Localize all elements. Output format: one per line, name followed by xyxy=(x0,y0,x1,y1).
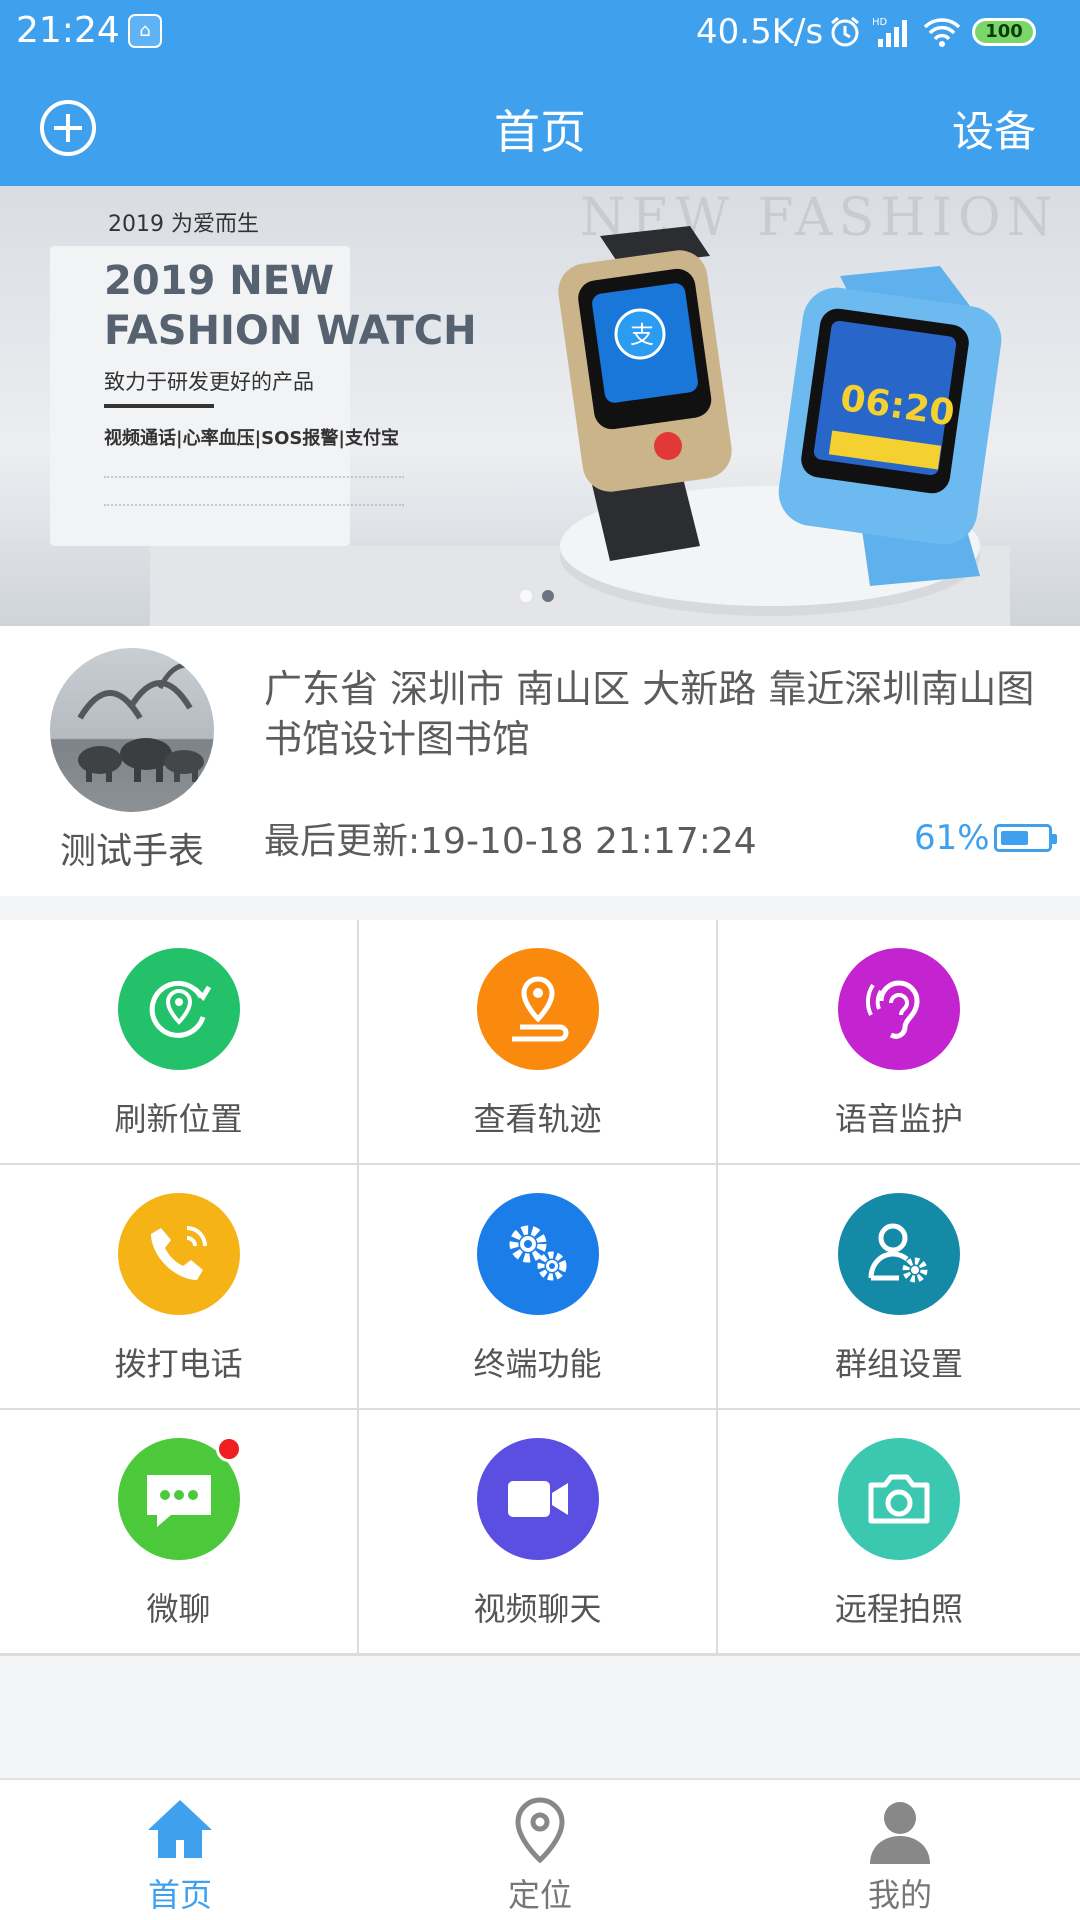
svg-text:支: 支 xyxy=(630,321,654,349)
nav-home[interactable]: 首页 xyxy=(0,1780,360,1920)
app-header: 首页 设备 xyxy=(0,68,1080,186)
banner-divider xyxy=(104,404,214,408)
function-label: 终端功能 xyxy=(473,1345,602,1383)
banner-fine-print xyxy=(104,476,404,506)
function-grid: 刷新位置 查看轨迹 语音监护拨打电话 终端功能 群组设置微聊 视频聊天 远程拍照 xyxy=(0,920,1080,1656)
function-label: 群组设置 xyxy=(834,1345,963,1383)
banner-year-line: 2019 为爱而生 xyxy=(108,212,259,237)
function-ear[interactable]: 语音监护 xyxy=(718,920,1080,1163)
device-button[interactable]: 设备 xyxy=(952,98,1036,159)
svg-text:HD: HD xyxy=(872,17,888,28)
top-bar: 21:24 ⌂ 40.5K/s HD 100 首页 设备 xyxy=(0,0,1080,186)
gears-icon xyxy=(476,1193,599,1315)
banner-subline: 致力于研发更好的产品 xyxy=(104,370,314,394)
promo-banner[interactable]: NEW FASHION 2019 为爱而生 2019 NEW FASHION W… xyxy=(0,186,1080,626)
device-battery-nub xyxy=(1052,834,1057,844)
phone-call-icon xyxy=(117,1193,240,1315)
status-icons: HD 100 xyxy=(828,12,1036,52)
device-info-card[interactable]: 测试手表 广东省 深圳市 南山区 大新路 靠近深圳南山图书馆设计图书馆 最后更新… xyxy=(0,626,1080,896)
bottom-nav: 首页 定位 我的 xyxy=(0,1778,1080,1920)
nav-location-pin[interactable]: 定位 xyxy=(360,1780,720,1920)
location-pin-icon xyxy=(504,1794,576,1866)
device-avatar[interactable] xyxy=(50,648,214,812)
home-screen: 21:24 ⌂ 40.5K/s HD 100 首页 设备 NEW FASHION… xyxy=(0,0,1080,1920)
nav-label: 定位 xyxy=(507,1876,572,1914)
banner-dot-2[interactable] xyxy=(542,590,554,602)
banner-headline: 2019 NEW FASHION WATCH xyxy=(104,256,477,356)
banner-headline-2: FASHION WATCH xyxy=(104,308,477,354)
device-name: 测试手表 xyxy=(59,831,204,872)
function-chat[interactable]: 微聊 xyxy=(0,1410,357,1653)
device-battery-fill xyxy=(1001,831,1028,845)
ear-icon xyxy=(838,948,960,1070)
function-refresh-location[interactable]: 刷新位置 xyxy=(0,920,357,1163)
avatar-photo xyxy=(77,662,212,782)
function-video-camera[interactable]: 视频聊天 xyxy=(359,1410,716,1653)
nav-user[interactable]: 我的 xyxy=(720,1780,1080,1920)
home-icon xyxy=(144,1794,216,1866)
function-label: 视频聊天 xyxy=(473,1590,602,1628)
app-notification-icon: ⌂ xyxy=(128,14,162,48)
function-label: 刷新位置 xyxy=(114,1100,243,1138)
function-camera[interactable]: 远程拍照 xyxy=(718,1410,1080,1653)
device-battery-percent: 61% xyxy=(914,818,990,858)
status-time: 21:24 xyxy=(16,10,120,51)
smartwatch-image: 支 06:20 xyxy=(558,226,1002,586)
alarm-icon xyxy=(831,16,859,47)
function-label: 查看轨迹 xyxy=(473,1100,602,1138)
last-update-time: 最后更新:19-10-18 21:17:24 xyxy=(264,821,757,862)
function-user-settings[interactable]: 群组设置 xyxy=(718,1165,1080,1408)
function-track[interactable]: 查看轨迹 xyxy=(359,920,716,1163)
function-label: 远程拍照 xyxy=(834,1590,963,1628)
banner-headline-1: 2019 NEW xyxy=(104,258,335,304)
user-settings-icon xyxy=(838,1193,960,1315)
function-label: 语音监护 xyxy=(834,1100,963,1138)
device-address: 广东省 深圳市 南山区 大新路 靠近深圳南山图书馆设计图书馆 xyxy=(264,667,1035,761)
function-phone-call[interactable]: 拨打电话 xyxy=(0,1165,357,1408)
nav-label: 我的 xyxy=(867,1876,932,1914)
status-bar: 21:24 ⌂ 40.5K/s HD 100 xyxy=(0,0,1080,68)
battery-status-icon: 100 xyxy=(972,18,1036,46)
user-icon xyxy=(864,1794,936,1866)
video-camera-icon xyxy=(476,1438,599,1560)
unread-badge xyxy=(215,1436,242,1462)
function-gears[interactable]: 终端功能 xyxy=(359,1165,716,1408)
device-battery-icon xyxy=(994,824,1057,852)
signal-icon: HD xyxy=(872,17,907,47)
track-icon xyxy=(476,948,599,1070)
page-title: 首页 xyxy=(494,105,586,159)
function-label: 微聊 xyxy=(146,1590,211,1628)
network-speed: 40.5K/s xyxy=(696,12,824,52)
function-label: 拨打电话 xyxy=(114,1345,243,1383)
wifi-icon xyxy=(923,18,961,47)
banner-dot-1[interactable] xyxy=(520,590,532,602)
refresh-location-icon xyxy=(117,948,240,1070)
camera-icon xyxy=(838,1438,960,1560)
banner-features: 视频通话|心率血压|SOS报警|支付宝 xyxy=(104,428,399,449)
banner-pagination xyxy=(520,590,554,602)
chat-icon xyxy=(117,1436,242,1560)
nav-label: 首页 xyxy=(147,1876,212,1914)
